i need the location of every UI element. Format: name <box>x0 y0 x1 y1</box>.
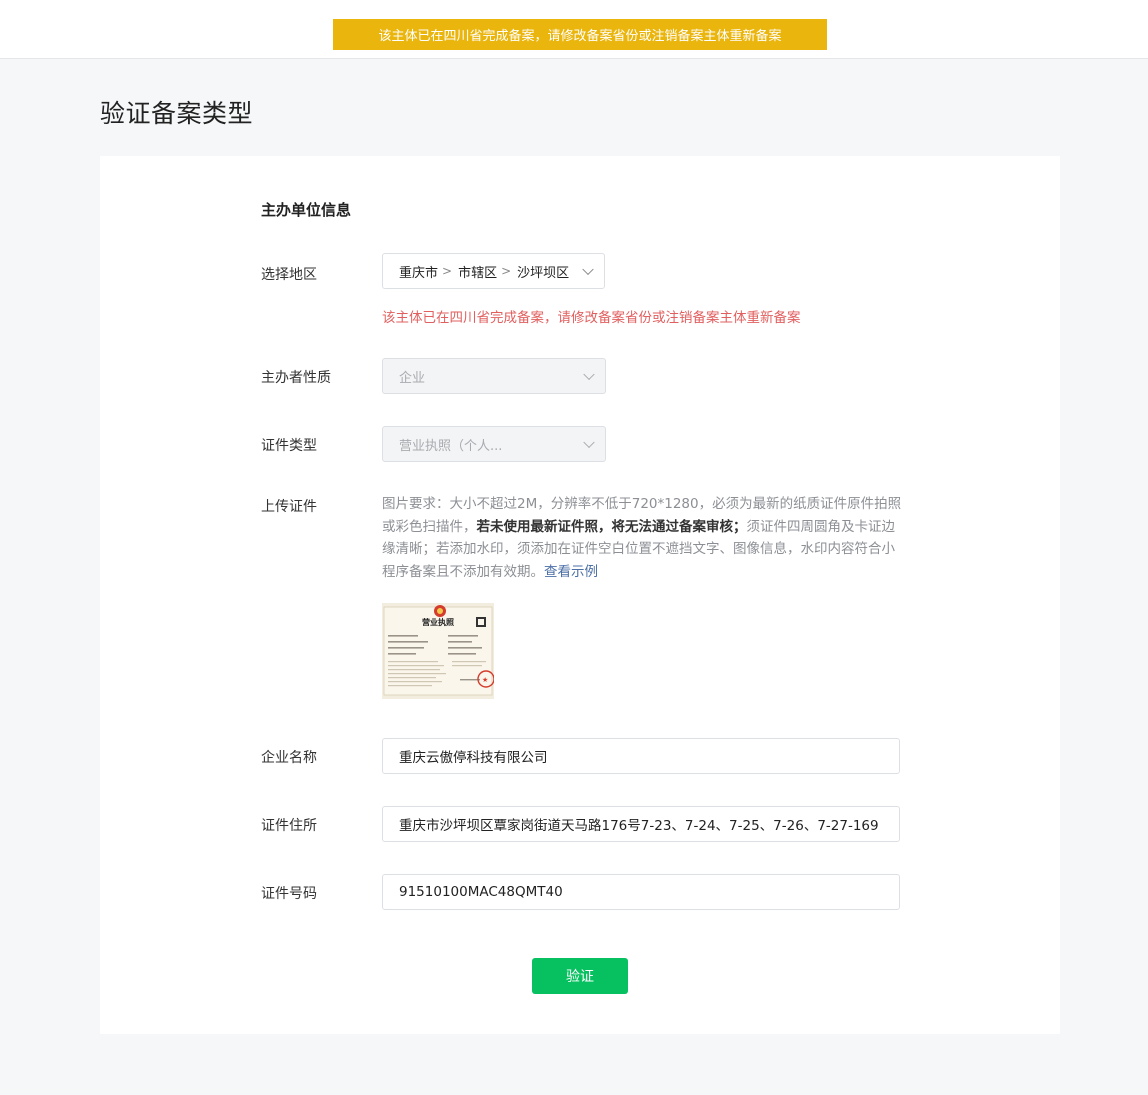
license-image-thumbnail[interactable]: 营业执照 ★ <box>382 603 494 699</box>
form-card: 主办单位信息 选择地区 重庆市 > 市辖区 > 沙坪坝区 该主体已在四川省完成备… <box>100 156 1060 1034</box>
cert-type-value: 营业执照（个人... <box>399 438 503 454</box>
region-district: 沙坪坝区 <box>517 265 570 281</box>
cert-number-input[interactable]: 91510100MAC48QMT40 <box>382 874 900 910</box>
region-label: 选择地区 <box>261 267 317 283</box>
cert-address-label: 证件住所 <box>261 818 317 834</box>
region-select[interactable]: 重庆市 > 市辖区 > 沙坪坝区 <box>382 253 605 289</box>
cert-address-input[interactable]: 重庆市沙坪坝区覃家岗街道天马路176号7-23、7-24、7-25、7-26、7… <box>382 806 900 842</box>
business-license-image: 营业执照 ★ <box>382 603 494 699</box>
top-bar: 该主体已在四川省完成备案，请修改备案省份或注销备案主体重新备案 <box>0 0 1148 59</box>
upload-label: 上传证件 <box>261 499 317 515</box>
company-name-input[interactable]: 重庆云傲停科技有限公司 <box>382 738 900 774</box>
organizer-nature-value: 企业 <box>399 370 426 386</box>
region-city: 市辖区 <box>458 265 498 281</box>
verify-button[interactable]: 验证 <box>532 958 628 994</box>
page-title: 验证备案类型 <box>100 99 254 128</box>
view-example-link[interactable]: 查看示例 <box>544 564 598 580</box>
section-title: 主办单位信息 <box>261 201 352 219</box>
chevron-down-icon <box>583 368 595 381</box>
upload-desc-warning: 若未使用最新证件照，将无法通过备案审核； <box>476 518 747 535</box>
organizer-nature-select[interactable]: 企业 <box>382 358 606 394</box>
cert-type-select[interactable]: 营业执照（个人... <box>382 426 606 462</box>
company-name-label: 企业名称 <box>261 750 317 766</box>
chevron-right-icon: > <box>501 264 512 278</box>
chevron-down-icon <box>583 436 595 449</box>
chevron-right-icon: > <box>442 264 453 278</box>
svg-text:★: ★ <box>482 676 488 684</box>
organizer-nature-label: 主办者性质 <box>261 370 331 386</box>
cert-type-label: 证件类型 <box>261 438 317 454</box>
upload-requirements: 图片要求：大小不超过2M，分辨率不低于720*1280，必须为最新的纸质证件原件… <box>382 493 902 583</box>
cert-number-label: 证件号码 <box>261 886 317 902</box>
region-province: 重庆市 <box>399 265 439 281</box>
svg-text:营业执照: 营业执照 <box>422 617 454 627</box>
top-alert-banner: 该主体已在四川省完成备案，请修改备案省份或注销备案主体重新备案 <box>333 19 827 50</box>
chevron-down-icon <box>582 263 594 276</box>
region-error-message: 该主体已在四川省完成备案，请修改备案省份或注销备案主体重新备案 <box>382 310 801 326</box>
